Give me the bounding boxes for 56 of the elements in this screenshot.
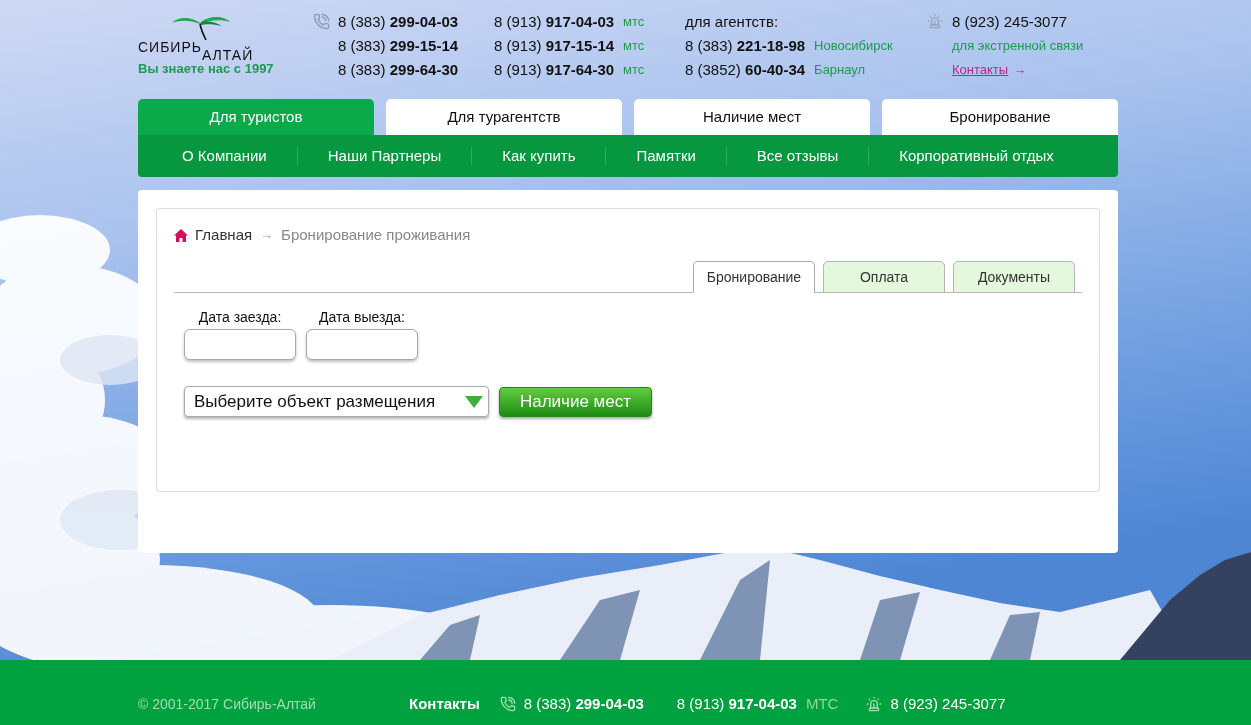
palm-tree-icon: [170, 14, 232, 40]
siren-icon: [866, 696, 883, 712]
phone-number: 8 (383) 299-04-03: [338, 11, 459, 32]
field-label: Дата заезда:: [198, 309, 282, 326]
siren-icon: [927, 13, 943, 29]
home-icon: [174, 228, 188, 242]
link-arrow: →: [1013, 61, 1027, 80]
nav-tab[interactable]: Бронирование: [882, 99, 1118, 135]
accommodation-select[interactable]: Выберите объект размещения: [184, 386, 489, 417]
menu-link[interactable]: Памятки: [636, 144, 696, 168]
phone-number: 8 (923) 245-3077: [890, 693, 1006, 714]
logo-wordmark: СИБИРЬ: [138, 40, 202, 54]
phone-icon: [313, 13, 330, 30]
availability-button[interactable]: Наличие мест: [499, 386, 652, 417]
phone-number: 8 (383) 299-64-30: [338, 59, 459, 80]
phone-note: МТС: [805, 693, 839, 714]
contacts-link[interactable]: Контакты: [409, 692, 480, 716]
phone-number: 8 (913) 917-15-14: [494, 35, 615, 56]
logo-wordmark: АЛТАЙ: [201, 48, 254, 62]
phone-note: для экстренной связи: [952, 37, 1084, 56]
phone-number: 8 (383) 299-15-14: [338, 35, 459, 56]
breadcrumb-current: Бронирование проживания: [281, 224, 471, 245]
breadcrumb-arrow: →: [260, 226, 274, 245]
agencies-title: для агентств:: [685, 11, 779, 32]
phone-number: 8 (383) 221-18-98: [685, 35, 806, 56]
menu-link[interactable]: Корпоративный отдых: [899, 144, 1054, 168]
date-input[interactable]: [306, 329, 418, 360]
menu-link[interactable]: Все отзывы: [756, 144, 839, 168]
phone-icon: [499, 696, 516, 712]
contacts-link[interactable]: Контакты: [952, 60, 1009, 80]
menu-link[interactable]: Как купить: [502, 144, 576, 168]
menu-link[interactable]: Наши Партнеры: [327, 144, 442, 168]
phone-note: мтс: [623, 61, 645, 80]
phone-number: 8 (913) 917-04-03: [676, 693, 797, 714]
menu-link[interactable]: О Компании: [182, 144, 267, 168]
phone-note: мтс: [623, 37, 645, 56]
phone-number: 8 (3852) 60-40-34: [685, 59, 806, 80]
breadcrumb-link[interactable]: Главная: [195, 223, 253, 247]
phone-number: 8 (913) 917-04-03: [494, 11, 615, 32]
phone-number: 8 (923) 245-3077: [952, 11, 1068, 32]
nav-tab[interactable]: Наличие мест: [634, 99, 870, 135]
nav-tab[interactable]: Для туристов: [138, 99, 374, 135]
phone-note: мтс: [623, 13, 645, 32]
page-tab[interactable]: Оплата: [823, 261, 945, 293]
phone-note: Барнаул: [814, 61, 866, 80]
phone-number: 8 (913) 917-64-30: [494, 59, 615, 80]
field-label: Дата выезда:: [319, 309, 405, 326]
date-input[interactable]: [184, 329, 296, 360]
page-tab[interactable]: Бронирование: [693, 261, 815, 293]
page-tab[interactable]: Документы: [953, 261, 1075, 293]
phone-number: 8 (383) 299-04-03: [523, 693, 644, 714]
phone-note: Новосибирск: [814, 37, 893, 56]
logo-tagline: Вы знаете нас с 1997: [138, 62, 275, 76]
nav-tab[interactable]: Для турагентств: [386, 99, 622, 135]
caret-icon: [465, 395, 483, 408]
copyright-text: © 2001-2017 Сибирь-Алтай: [138, 694, 317, 714]
